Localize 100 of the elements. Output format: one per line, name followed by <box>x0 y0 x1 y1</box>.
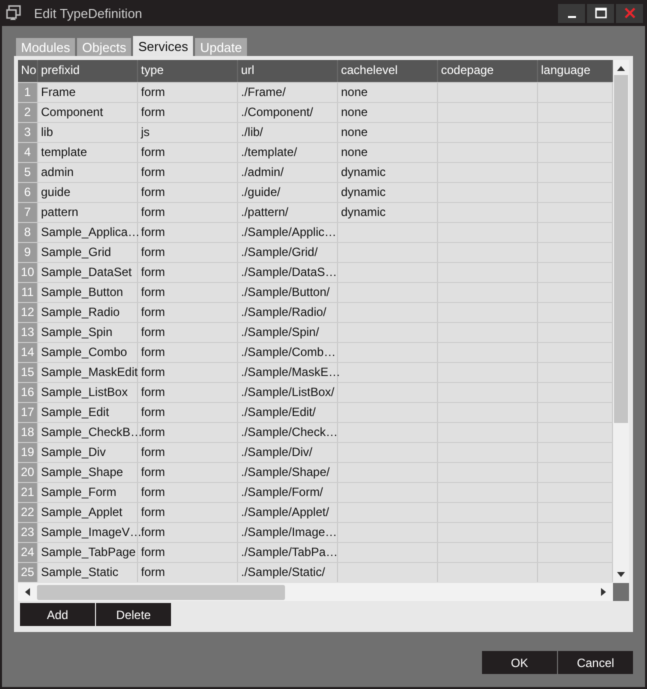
table-cell: pattern <box>38 203 138 222</box>
table-cell: guide <box>38 183 138 202</box>
table-cell: Sample_Combo <box>38 343 138 362</box>
grid-button[interactable]: Add <box>20 603 95 626</box>
table-cell: Sample_Shape <box>38 463 138 482</box>
table-cell: Sample_Radio <box>38 303 138 322</box>
row-number: 17 <box>18 403 38 422</box>
table-cell: form <box>138 163 238 182</box>
table-cell: ./Component/ <box>238 103 338 122</box>
column-header[interactable]: codepage <box>438 60 538 82</box>
maximize-icon <box>594 7 606 19</box>
table-cell: ./Sample/ListBox/ <box>238 383 338 402</box>
dialog-button[interactable]: Cancel <box>558 651 633 674</box>
grid-button[interactable]: Delete <box>96 603 171 626</box>
table-cell: ./Sample/TabPa… <box>238 543 338 562</box>
table-cell: ./Sample/Check… <box>238 423 338 442</box>
row-number: 3 <box>18 123 38 142</box>
table-cell: ./Sample/Image… <box>238 523 338 542</box>
tab[interactable]: Services <box>133 36 194 56</box>
table-cell: Sample_Static <box>38 563 138 582</box>
window-title: Edit TypeDefinition <box>34 6 144 20</box>
row-number: 20 <box>18 463 38 482</box>
row-number: 6 <box>18 183 38 202</box>
row-number: 19 <box>18 443 38 462</box>
table-cell: ./Sample/Static/ <box>238 563 338 582</box>
scroll-left-icon[interactable] <box>24 588 30 596</box>
table-cell: ./template/ <box>238 143 338 162</box>
table-cell: ./Sample/Grid/ <box>238 243 338 262</box>
row-number: 25 <box>18 563 38 582</box>
minimize-button[interactable] <box>558 4 585 22</box>
table-cell: ./Frame/ <box>238 83 338 102</box>
row-number: 21 <box>18 483 38 502</box>
table-cell: ./Sample/Form/ <box>238 483 338 502</box>
table-cell: Sample_Applet <box>38 503 138 522</box>
row-number: 1 <box>18 83 38 102</box>
scroll-up-icon[interactable] <box>617 65 625 71</box>
column-header[interactable]: type <box>138 60 238 82</box>
table-cell: js <box>138 123 238 142</box>
row-number: 16 <box>18 383 38 402</box>
row-number: 7 <box>18 203 38 222</box>
table-cell: form <box>138 383 238 402</box>
table-cell: Sample_Div <box>38 443 138 462</box>
table-cell: Sample_Edit <box>38 403 138 422</box>
scrollbar-thumb[interactable] <box>37 584 285 600</box>
dialog-button[interactable]: OK <box>482 651 557 674</box>
table-cell: dynamic <box>338 203 438 222</box>
table-cell: none <box>338 143 438 162</box>
table-cell: form <box>138 283 238 302</box>
table-cell: none <box>338 103 438 122</box>
table-cell: form <box>138 563 238 582</box>
row-number: 8 <box>18 223 38 242</box>
table-cell: Sample_Applica… <box>38 223 138 242</box>
column-header[interactable]: prefixid <box>38 60 138 82</box>
table-cell: Sample_ImageV… <box>38 523 138 542</box>
table-cell: Component <box>38 103 138 122</box>
table-cell: form <box>138 543 238 562</box>
table-cell: ./Sample/Comb… <box>238 343 338 362</box>
row-number: 2 <box>18 103 38 122</box>
table-cell: ./guide/ <box>238 183 338 202</box>
row-number: 11 <box>18 283 38 302</box>
row-number: 23 <box>18 523 38 542</box>
window-icon <box>6 5 22 21</box>
column-header[interactable]: cachelevel <box>338 60 438 82</box>
table-cell: form <box>138 183 238 202</box>
row-number: 13 <box>18 323 38 342</box>
table-cell: form <box>138 403 238 422</box>
scroll-right-icon[interactable] <box>601 588 607 596</box>
table-cell: ./admin/ <box>238 163 338 182</box>
row-number: 22 <box>18 503 38 522</box>
table-cell: Sample_Grid <box>38 243 138 262</box>
table-cell: ./Sample/Applic… <box>238 223 338 242</box>
scrollbar-thumb[interactable] <box>614 75 628 423</box>
table-cell: Sample_Form <box>38 483 138 502</box>
table-cell: ./pattern/ <box>238 203 338 222</box>
maximize-button[interactable] <box>587 4 614 22</box>
table-cell: form <box>138 343 238 362</box>
table-cell: form <box>138 423 238 442</box>
vertical-scrollbar[interactable] <box>613 60 629 583</box>
scroll-down-icon[interactable] <box>617 572 625 578</box>
row-number: 18 <box>18 423 38 442</box>
column-header[interactable]: No <box>18 60 38 82</box>
table-cell: form <box>138 83 238 102</box>
row-number: 24 <box>18 543 38 562</box>
row-number: 15 <box>18 363 38 382</box>
table-cell: lib <box>38 123 138 142</box>
table-cell: form <box>138 523 238 542</box>
table-cell: ./Sample/Spin/ <box>238 323 338 342</box>
horizontal-scrollbar[interactable] <box>18 583 613 601</box>
table-cell: Sample_Button <box>38 283 138 302</box>
table-cell: Sample_ListBox <box>38 383 138 402</box>
table-cell: form <box>138 303 238 322</box>
table-cell: form <box>138 243 238 262</box>
table-cell: form <box>138 103 238 122</box>
table-cell: ./Sample/Radio/ <box>238 303 338 322</box>
table-cell: ./Sample/DataS… <box>238 263 338 282</box>
table-cell: form <box>138 223 238 242</box>
row-number: 10 <box>18 263 38 282</box>
close-button[interactable] <box>616 4 643 22</box>
column-header[interactable]: url <box>238 60 338 82</box>
row-number: 9 <box>18 243 38 262</box>
